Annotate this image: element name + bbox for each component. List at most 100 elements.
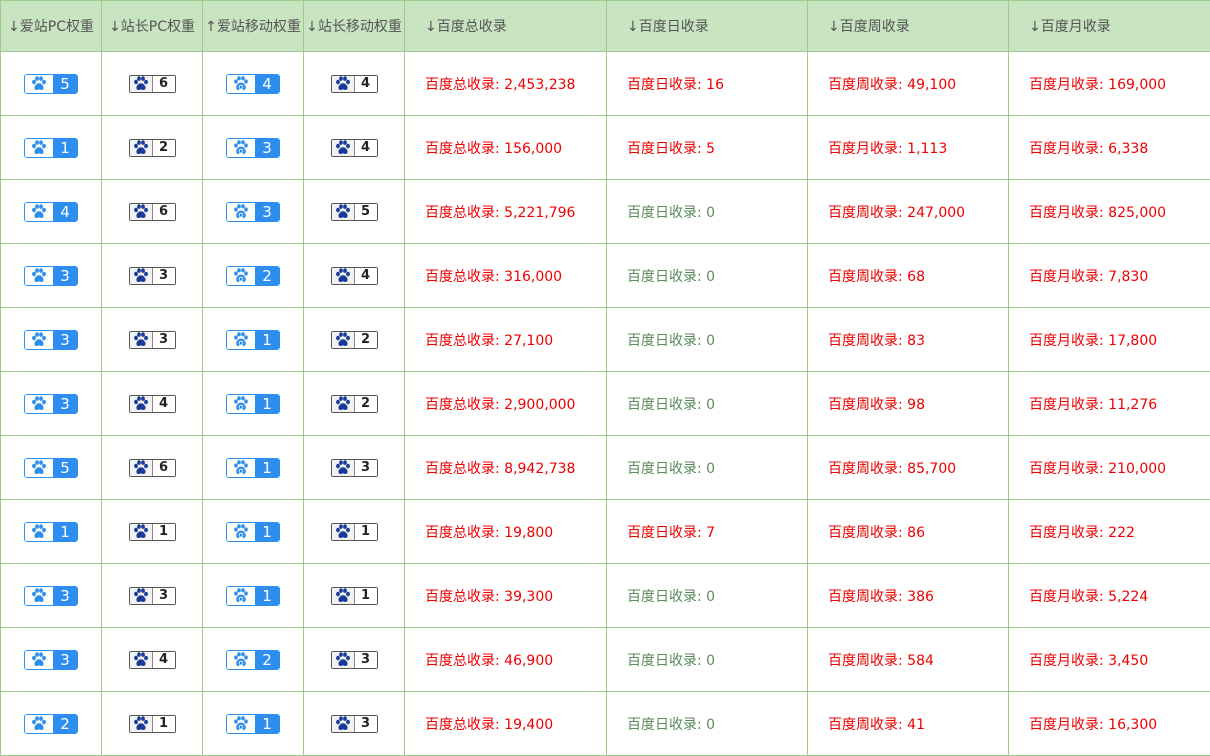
zhanzhang-mobile-weight-value: 3 [354, 459, 377, 476]
aizhan-pc-weight-badge[interactable]: 3 [24, 585, 78, 606]
baidu-monthly-index-value: 百度月收录: 16,300 [1008, 691, 1210, 756]
aizhan-pc-weight-cell: 3 [0, 371, 102, 436]
zhanzhang-pc-weight-badge[interactable]: 6 [128, 74, 176, 93]
zhanzhang-mobile-weight-cell: 4 [303, 51, 405, 116]
sort-header-aizhan-pc-weight[interactable]: ↓爱站PC权重 [0, 0, 102, 52]
zhanzhang-mobile-weight-value: 2 [354, 331, 377, 348]
zhanzhang-pc-weight-badge[interactable]: 6 [128, 458, 176, 477]
zhanzhang-pc-weight-badge[interactable]: 2 [128, 138, 176, 157]
zhanzhang-mobile-weight-badge[interactable]: 3 [330, 714, 378, 733]
table-row: 3 3 1 2 百度总收录: 27,100 百度日收录: 0 百度周收录: 83 百度月收录:… [0, 307, 1210, 372]
sort-header-zhanzhang-pc-weight[interactable]: ↓站长PC权重 [101, 0, 203, 52]
paw-icon [331, 523, 355, 540]
aizhan-mobile-weight-value: 3 [255, 138, 279, 157]
header-row: ↓爱站PC权重 ↓站长PC权重 ↑爱站移动权重 ↓站长移动权重 ↓百度总收录 ↓… [0, 0, 1210, 52]
aizhan-pc-weight-cell: 3 [0, 243, 102, 308]
aizhan-mobile-weight-cell: 1 [202, 499, 304, 564]
zhanzhang-pc-weight-badge[interactable]: 4 [128, 650, 176, 669]
aizhan-mobile-weight-badge[interactable]: 3 [226, 201, 280, 222]
aizhan-mobile-weight-cell: 1 [202, 435, 304, 500]
aizhan-pc-weight-cell: 5 [0, 435, 102, 500]
baidu-daily-index-value: 百度日收录: 7 [606, 499, 808, 564]
zhanzhang-pc-weight-badge[interactable]: 4 [128, 394, 176, 413]
zhanzhang-mobile-weight-badge[interactable]: 4 [330, 266, 378, 285]
mobile-paw-icon [227, 330, 255, 349]
zhanzhang-mobile-weight-badge[interactable]: 2 [330, 330, 378, 349]
baidu-monthly-index-value: 百度月收录: 3,450 [1008, 627, 1210, 692]
paw-icon [331, 75, 355, 92]
sort-header-baidu-monthly-index[interactable]: ↓百度月收录 [1008, 0, 1210, 52]
baidu-monthly-index-value: 百度月收录: 210,000 [1008, 435, 1210, 500]
sort-header-baidu-total-index[interactable]: ↓百度总收录 [404, 0, 607, 52]
zhanzhang-mobile-weight-cell: 3 [303, 691, 405, 756]
aizhan-pc-weight-badge[interactable]: 3 [24, 265, 78, 286]
zhanzhang-mobile-weight-badge[interactable]: 1 [330, 522, 378, 541]
aizhan-mobile-weight-badge[interactable]: 3 [226, 137, 280, 158]
zhanzhang-mobile-weight-badge[interactable]: 2 [330, 394, 378, 413]
baidu-total-index-value: 百度总收录: 27,100 [404, 307, 607, 372]
paw-icon [331, 459, 355, 476]
zhanzhang-pc-weight-badge[interactable]: 3 [128, 586, 176, 605]
aizhan-mobile-weight-cell: 3 [202, 115, 304, 180]
aizhan-pc-weight-badge[interactable]: 5 [24, 457, 78, 478]
baidu-total-index-value: 百度总收录: 19,400 [404, 691, 607, 756]
baidu-weekly-index-value: 百度周收录: 83 [807, 307, 1009, 372]
zhanzhang-mobile-weight-badge[interactable]: 1 [330, 586, 378, 605]
aizhan-mobile-weight-value: 3 [255, 202, 279, 221]
zhanzhang-pc-weight-cell: 1 [101, 691, 203, 756]
aizhan-pc-weight-badge[interactable]: 1 [24, 137, 78, 158]
aizhan-mobile-weight-cell: 3 [202, 179, 304, 244]
zhanzhang-mobile-weight-badge[interactable]: 3 [330, 458, 378, 477]
zhanzhang-pc-weight-badge[interactable]: 6 [128, 202, 176, 221]
aizhan-mobile-weight-badge[interactable]: 1 [226, 457, 280, 478]
aizhan-pc-weight-badge[interactable]: 5 [24, 73, 78, 94]
aizhan-mobile-weight-value: 1 [255, 330, 279, 349]
sort-header-baidu-daily-index[interactable]: ↓百度日收录 [606, 0, 808, 52]
aizhan-pc-weight-badge[interactable]: 3 [24, 393, 78, 414]
zhanzhang-mobile-weight-badge[interactable]: 3 [330, 650, 378, 669]
baidu-total-index-value: 百度总收录: 156,000 [404, 115, 607, 180]
zhanzhang-mobile-weight-value: 1 [354, 523, 377, 540]
aizhan-pc-weight-badge[interactable]: 1 [24, 521, 78, 542]
aizhan-mobile-weight-badge[interactable]: 1 [226, 393, 280, 414]
zhanzhang-pc-weight-badge[interactable]: 3 [128, 330, 176, 349]
zhanzhang-mobile-weight-badge[interactable]: 4 [330, 74, 378, 93]
zhanzhang-pc-weight-cell: 4 [101, 627, 203, 692]
aizhan-pc-weight-badge[interactable]: 3 [24, 329, 78, 350]
sort-header-baidu-weekly-index[interactable]: ↓百度周收录 [807, 0, 1009, 52]
aizhan-pc-weight-badge[interactable]: 2 [24, 713, 78, 734]
zhanzhang-pc-weight-cell: 3 [101, 307, 203, 372]
baidu-daily-index-value: 百度日收录: 0 [606, 627, 808, 692]
aizhan-mobile-weight-badge[interactable]: 1 [226, 521, 280, 542]
aizhan-mobile-weight-value: 1 [255, 586, 279, 605]
table-row: 3 3 2 4 百度总收录: 316,000 百度日收录: 0 百度周收录: 68 百度月收录… [0, 243, 1210, 308]
baidu-total-index-value: 百度总收录: 316,000 [404, 243, 607, 308]
baidu-monthly-index-value: 百度月收录: 222 [1008, 499, 1210, 564]
baidu-daily-index-value: 百度日收录: 0 [606, 307, 808, 372]
table-row: 1 1 1 1 百度总收录: 19,800 百度日收录: 7 百度周收录: 86 百度月收录:… [0, 499, 1210, 564]
aizhan-mobile-weight-badge[interactable]: 1 [226, 713, 280, 734]
zhanzhang-pc-weight-value: 3 [152, 267, 175, 284]
aizhan-pc-weight-badge[interactable]: 3 [24, 649, 78, 670]
zhanzhang-mobile-weight-badge[interactable]: 5 [330, 202, 378, 221]
aizhan-pc-weight-value: 1 [53, 138, 77, 157]
zhanzhang-pc-weight-badge[interactable]: 1 [128, 522, 176, 541]
aizhan-mobile-weight-badge[interactable]: 1 [226, 585, 280, 606]
paw-icon [25, 714, 53, 733]
aizhan-mobile-weight-badge[interactable]: 1 [226, 329, 280, 350]
aizhan-mobile-weight-badge[interactable]: 4 [226, 73, 280, 94]
paw-icon [25, 202, 53, 221]
aizhan-mobile-weight-badge[interactable]: 2 [226, 265, 280, 286]
aizhan-mobile-weight-badge[interactable]: 2 [226, 649, 280, 670]
sort-header-zhanzhang-mobile-weight[interactable]: ↓站长移动权重 [303, 0, 405, 52]
baidu-weekly-index-value: 百度周收录: 49,100 [807, 51, 1009, 116]
aizhan-pc-weight-badge[interactable]: 4 [24, 201, 78, 222]
paw-icon [331, 715, 355, 732]
zhanzhang-mobile-weight-badge[interactable]: 4 [330, 138, 378, 157]
zhanzhang-pc-weight-badge[interactable]: 3 [128, 266, 176, 285]
baidu-total-index-value: 百度总收录: 46,900 [404, 627, 607, 692]
zhanzhang-pc-weight-cell: 2 [101, 115, 203, 180]
sort-header-aizhan-mobile-weight[interactable]: ↑爱站移动权重 [202, 0, 304, 52]
aizhan-pc-weight-cell: 3 [0, 563, 102, 628]
zhanzhang-pc-weight-badge[interactable]: 1 [128, 714, 176, 733]
